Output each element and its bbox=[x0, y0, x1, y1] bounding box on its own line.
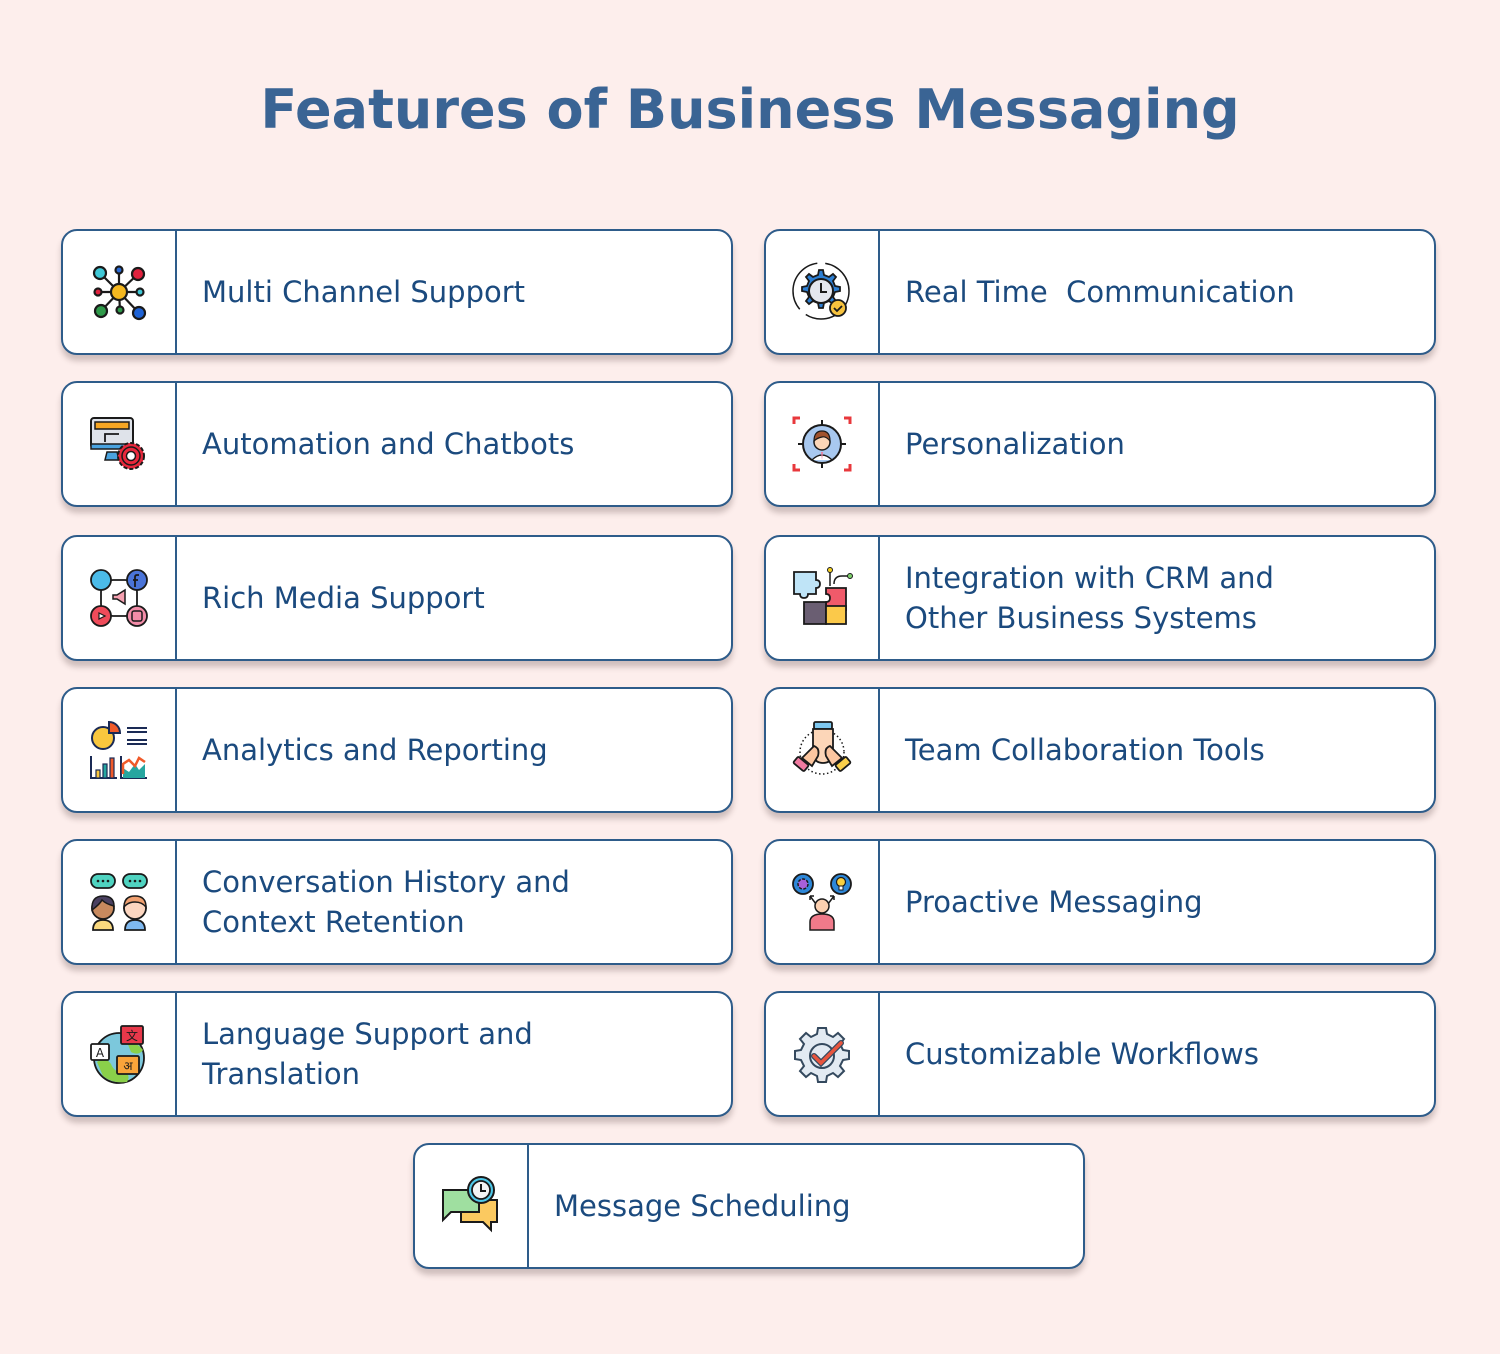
icon-cell bbox=[63, 537, 177, 659]
feature-card-analytics-and-reporting: Analytics and Reporting bbox=[61, 687, 733, 813]
feature-label: Message Scheduling bbox=[554, 1189, 851, 1223]
feature-label: Team Collaboration Tools bbox=[905, 733, 1265, 767]
icon-cell bbox=[63, 383, 177, 505]
feature-card-language-support: A 文 अ Language Support and Translation bbox=[61, 991, 733, 1117]
icon-cell bbox=[766, 689, 880, 811]
icon-cell bbox=[63, 841, 177, 963]
feature-label: Automation and Chatbots bbox=[202, 427, 575, 461]
icon-cell bbox=[63, 231, 177, 353]
feature-card-personalization: Personalization bbox=[764, 381, 1436, 507]
feature-label: Language Support and Translation bbox=[202, 1017, 533, 1091]
globe-translate-icon: A 文 अ bbox=[90, 1025, 145, 1084]
page-title: Features of Business Messaging bbox=[260, 78, 1240, 141]
icon-cell bbox=[766, 231, 880, 353]
gear-check-icon bbox=[794, 1027, 850, 1083]
monitor-gear-icon bbox=[90, 417, 145, 470]
person-ideas-icon bbox=[792, 873, 852, 931]
feature-card-integration-with-crm: Integration with CRM and Other Business … bbox=[764, 535, 1436, 661]
network-nodes-icon bbox=[92, 265, 147, 321]
feature-card-rich-media-support: Rich Media Support bbox=[61, 535, 733, 661]
icon-cell bbox=[766, 993, 880, 1115]
feature-card-multi-channel-support: Multi Channel Support bbox=[61, 229, 733, 355]
icon-cell bbox=[766, 537, 880, 659]
puzzle-icon bbox=[793, 567, 853, 625]
feature-label: Real Time Communication bbox=[905, 275, 1295, 309]
svg-text:A: A bbox=[96, 1046, 105, 1060]
feature-card-real-time-communication: Real Time Communication bbox=[764, 229, 1436, 355]
stacked-hands-icon bbox=[792, 721, 852, 775]
icon-cell: A 文 अ bbox=[63, 993, 177, 1115]
feature-card-customizable-workflows: Customizable Workflows bbox=[764, 991, 1436, 1117]
feature-card-message-scheduling: Message Scheduling bbox=[413, 1143, 1085, 1269]
people-chat-icon bbox=[90, 873, 148, 931]
icon-cell bbox=[415, 1145, 529, 1267]
social-media-icon bbox=[90, 569, 148, 627]
svg-text:अ: अ bbox=[123, 1059, 133, 1073]
feature-label: Analytics and Reporting bbox=[202, 733, 548, 767]
feature-card-proactive-messaging: Proactive Messaging bbox=[764, 839, 1436, 965]
feature-label: Rich Media Support bbox=[202, 581, 485, 615]
gear-clock-icon bbox=[792, 262, 850, 320]
target-person-icon bbox=[792, 416, 852, 472]
icon-cell bbox=[63, 689, 177, 811]
feature-label: Personalization bbox=[905, 427, 1125, 461]
chat-clock-icon bbox=[442, 1176, 498, 1233]
feature-label: Integration with CRM and Other Business … bbox=[905, 561, 1274, 635]
feature-label: Customizable Workflows bbox=[905, 1037, 1259, 1071]
charts-icon bbox=[90, 720, 147, 779]
feature-card-team-collaboration-tools: Team Collaboration Tools bbox=[764, 687, 1436, 813]
icon-cell bbox=[766, 383, 880, 505]
feature-label: Multi Channel Support bbox=[202, 275, 526, 309]
icon-cell bbox=[766, 841, 880, 963]
svg-text:文: 文 bbox=[126, 1028, 138, 1043]
feature-card-conversation-history: Conversation History and Context Retenti… bbox=[61, 839, 733, 965]
feature-card-automation-and-chatbots: Automation and Chatbots bbox=[61, 381, 733, 507]
feature-label: Conversation History and Context Retenti… bbox=[202, 865, 570, 939]
feature-label: Proactive Messaging bbox=[905, 885, 1203, 919]
